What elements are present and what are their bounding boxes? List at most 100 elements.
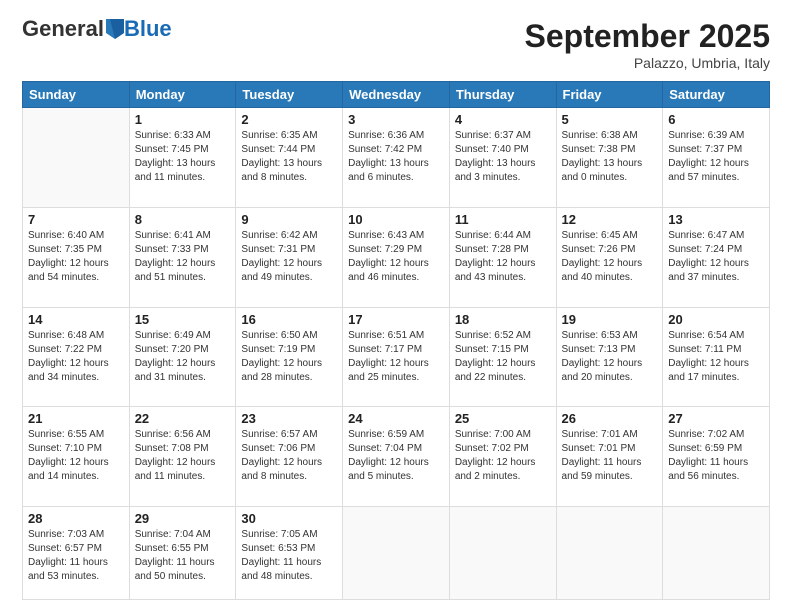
day-number: 27	[668, 411, 764, 426]
calendar-subtitle: Palazzo, Umbria, Italy	[525, 55, 770, 71]
table-row: 11 Sunrise: 6:44 AM Sunset: 7:28 PM Dayli…	[449, 207, 556, 307]
calendar-table: Sunday Monday Tuesday Wednesday Thursday…	[22, 81, 770, 600]
day-info: Sunrise: 6:38 AM Sunset: 7:38 PM Dayligh…	[562, 129, 658, 185]
day-info: Sunrise: 6:56 AM Sunset: 7:08 PM Dayligh…	[135, 428, 231, 484]
day-number: 4	[455, 112, 551, 127]
day-info: Sunrise: 6:40 AM Sunset: 7:35 PM Dayligh…	[28, 229, 124, 285]
table-row: 17 Sunrise: 6:51 AM Sunset: 7:17 PM Dayli…	[343, 307, 450, 407]
day-number: 12	[562, 212, 658, 227]
day-number: 25	[455, 411, 551, 426]
day-info: Sunrise: 6:50 AM Sunset: 7:19 PM Dayligh…	[241, 329, 337, 385]
day-info: Sunrise: 6:43 AM Sunset: 7:29 PM Dayligh…	[348, 229, 444, 285]
title-block: September 2025 Palazzo, Umbria, Italy	[525, 18, 770, 71]
header: General Blue September 2025 Palazzo, Umb…	[22, 18, 770, 71]
table-row: 14 Sunrise: 6:48 AM Sunset: 7:22 PM Dayli…	[23, 307, 130, 407]
header-monday: Monday	[129, 82, 236, 108]
day-number: 28	[28, 511, 124, 526]
day-info: Sunrise: 6:45 AM Sunset: 7:26 PM Dayligh…	[562, 229, 658, 285]
table-row: 12 Sunrise: 6:45 AM Sunset: 7:26 PM Dayli…	[556, 207, 663, 307]
day-info: Sunrise: 7:02 AM Sunset: 6:59 PM Dayligh…	[668, 428, 764, 484]
header-tuesday: Tuesday	[236, 82, 343, 108]
header-saturday: Saturday	[663, 82, 770, 108]
table-row	[663, 507, 770, 600]
day-info: Sunrise: 6:52 AM Sunset: 7:15 PM Dayligh…	[455, 329, 551, 385]
day-info: Sunrise: 6:57 AM Sunset: 7:06 PM Dayligh…	[241, 428, 337, 484]
table-row: 4 Sunrise: 6:37 AM Sunset: 7:40 PM Daylig…	[449, 108, 556, 208]
table-row: 9 Sunrise: 6:42 AM Sunset: 7:31 PM Daylig…	[236, 207, 343, 307]
header-thursday: Thursday	[449, 82, 556, 108]
header-friday: Friday	[556, 82, 663, 108]
table-row: 28 Sunrise: 7:03 AM Sunset: 6:57 PM Dayli…	[23, 507, 130, 600]
day-number: 6	[668, 112, 764, 127]
table-row	[449, 507, 556, 600]
header-sunday: Sunday	[23, 82, 130, 108]
table-row: 25 Sunrise: 7:00 AM Sunset: 7:02 PM Dayli…	[449, 407, 556, 507]
logo-general: General	[22, 18, 104, 40]
day-info: Sunrise: 7:03 AM Sunset: 6:57 PM Dayligh…	[28, 528, 124, 584]
table-row: 20 Sunrise: 6:54 AM Sunset: 7:11 PM Dayli…	[663, 307, 770, 407]
logo-blue: Blue	[124, 18, 172, 40]
day-info: Sunrise: 6:54 AM Sunset: 7:11 PM Dayligh…	[668, 329, 764, 385]
day-number: 13	[668, 212, 764, 227]
day-number: 7	[28, 212, 124, 227]
table-row: 16Sunrise: 6:50 AM Sunset: 7:19 PM Dayli…	[236, 307, 343, 407]
table-row: 21Sunrise: 6:55 AM Sunset: 7:10 PM Dayli…	[23, 407, 130, 507]
table-row: 13 Sunrise: 6:47 AM Sunset: 7:24 PM Dayli…	[663, 207, 770, 307]
day-number: 14	[28, 312, 124, 327]
table-row: 19 Sunrise: 6:53 AM Sunset: 7:13 PM Dayli…	[556, 307, 663, 407]
logo-icon	[106, 19, 124, 39]
logo: General Blue	[22, 18, 172, 40]
day-info: Sunrise: 6:39 AM Sunset: 7:37 PM Dayligh…	[668, 129, 764, 185]
day-number: 19	[562, 312, 658, 327]
day-info: Sunrise: 6:42 AM Sunset: 7:31 PM Dayligh…	[241, 229, 337, 285]
day-info: Sunrise: 6:59 AM Sunset: 7:04 PM Dayligh…	[348, 428, 444, 484]
day-number: 9	[241, 212, 337, 227]
day-info: Sunrise: 6:47 AM Sunset: 7:24 PM Dayligh…	[668, 229, 764, 285]
day-info: Sunrise: 7:04 AM Sunset: 6:55 PM Dayligh…	[135, 528, 231, 584]
table-row	[556, 507, 663, 600]
day-info: Sunrise: 7:00 AM Sunset: 7:02 PM Dayligh…	[455, 428, 551, 484]
table-row: 30 Sunrise: 7:05 AM Sunset: 6:53 PM Dayli…	[236, 507, 343, 600]
day-number: 3	[348, 112, 444, 127]
weekday-header-row: Sunday Monday Tuesday Wednesday Thursday…	[23, 82, 770, 108]
day-info: Sunrise: 6:37 AM Sunset: 7:40 PM Dayligh…	[455, 129, 551, 185]
day-info: Sunrise: 6:36 AM Sunset: 7:42 PM Dayligh…	[348, 129, 444, 185]
day-number: 23	[241, 411, 337, 426]
day-number: 2	[241, 112, 337, 127]
day-info: Sunrise: 7:01 AM Sunset: 7:01 PM Dayligh…	[562, 428, 658, 484]
day-number: 22	[135, 411, 231, 426]
day-info: Sunrise: 6:48 AM Sunset: 7:22 PM Dayligh…	[28, 329, 124, 385]
day-info: Sunrise: 6:35 AM Sunset: 7:44 PM Dayligh…	[241, 129, 337, 185]
table-row	[23, 108, 130, 208]
day-info: Sunrise: 6:53 AM Sunset: 7:13 PM Dayligh…	[562, 329, 658, 385]
day-info: Sunrise: 6:33 AM Sunset: 7:45 PM Dayligh…	[135, 129, 231, 185]
day-number: 26	[562, 411, 658, 426]
day-number: 8	[135, 212, 231, 227]
table-row: 1Sunrise: 6:33 AM Sunset: 7:45 PM Daylig…	[129, 108, 236, 208]
day-info: Sunrise: 7:05 AM Sunset: 6:53 PM Dayligh…	[241, 528, 337, 584]
day-number: 10	[348, 212, 444, 227]
day-number: 20	[668, 312, 764, 327]
day-number: 11	[455, 212, 551, 227]
table-row: 7 Sunrise: 6:40 AM Sunset: 7:35 PM Daylig…	[23, 207, 130, 307]
day-number: 30	[241, 511, 337, 526]
table-row: 3 Sunrise: 6:36 AM Sunset: 7:42 PM Daylig…	[343, 108, 450, 208]
header-wednesday: Wednesday	[343, 82, 450, 108]
table-row: 15Sunrise: 6:49 AM Sunset: 7:20 PM Dayli…	[129, 307, 236, 407]
day-number: 29	[135, 511, 231, 526]
table-row: 2 Sunrise: 6:35 AM Sunset: 7:44 PM Daylig…	[236, 108, 343, 208]
table-row: 18 Sunrise: 6:52 AM Sunset: 7:15 PM Dayli…	[449, 307, 556, 407]
table-row: 5Sunrise: 6:38 AM Sunset: 7:38 PM Daylig…	[556, 108, 663, 208]
table-row: 8 Sunrise: 6:41 AM Sunset: 7:33 PM Daylig…	[129, 207, 236, 307]
day-info: Sunrise: 6:44 AM Sunset: 7:28 PM Dayligh…	[455, 229, 551, 285]
table-row: 26 Sunrise: 7:01 AM Sunset: 7:01 PM Dayli…	[556, 407, 663, 507]
day-info: Sunrise: 6:55 AM Sunset: 7:10 PM Dayligh…	[28, 428, 124, 484]
day-info: Sunrise: 6:51 AM Sunset: 7:17 PM Dayligh…	[348, 329, 444, 385]
day-number: 18	[455, 312, 551, 327]
table-row: 24Sunrise: 6:59 AM Sunset: 7:04 PM Dayli…	[343, 407, 450, 507]
calendar-title: September 2025	[525, 18, 770, 55]
day-number: 17	[348, 312, 444, 327]
day-info: Sunrise: 6:41 AM Sunset: 7:33 PM Dayligh…	[135, 229, 231, 285]
table-row: 29 Sunrise: 7:04 AM Sunset: 6:55 PM Dayli…	[129, 507, 236, 600]
day-number: 15	[135, 312, 231, 327]
